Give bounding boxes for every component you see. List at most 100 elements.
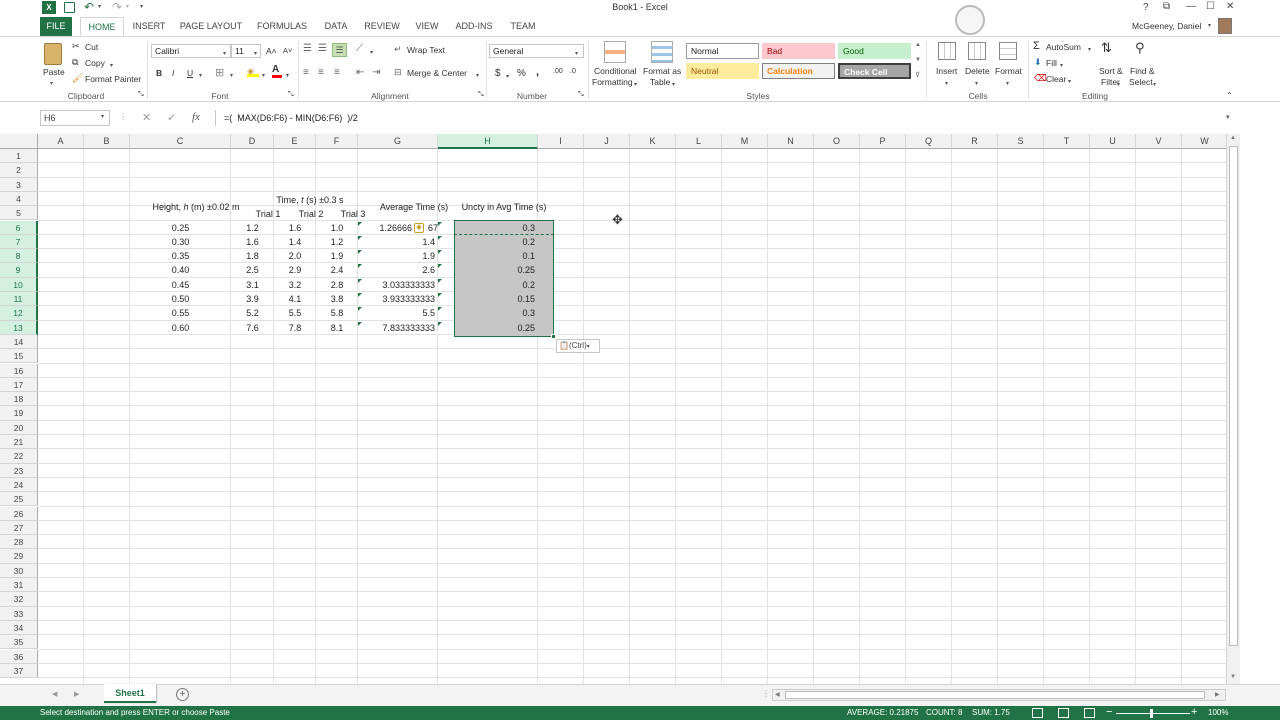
zoom-out-button[interactable]: −	[1106, 705, 1112, 719]
format-cells-button[interactable]: Format	[995, 66, 1022, 76]
sort-filter-dropdown-icon[interactable]: ▾	[1117, 78, 1120, 88]
cell-height[interactable]: 0.50	[130, 292, 231, 306]
row-header[interactable]: 11	[0, 292, 38, 307]
undo-icon[interactable]: ↶	[84, 0, 94, 14]
tab-page-layout[interactable]: PAGE LAYOUT	[176, 17, 246, 36]
cell-uncertainty[interactable]: 0.2	[438, 235, 538, 249]
scroll-left-arrow-icon[interactable]: ◀	[775, 691, 780, 698]
cell-trial-1[interactable]: 5.2	[231, 306, 274, 320]
column-header[interactable]: H	[438, 134, 538, 149]
collapse-ribbon-icon[interactable]: ⌃	[1226, 91, 1233, 100]
row-header[interactable]: 7	[0, 234, 38, 250]
autosum-dropdown-icon[interactable]: ▾	[1088, 43, 1091, 53]
error-indicator-icon[interactable]	[438, 293, 442, 297]
paste-icon[interactable]	[44, 43, 62, 65]
clear-dropdown-icon[interactable]: ▾	[1068, 75, 1071, 85]
save-icon[interactable]	[64, 2, 75, 13]
cell-trial-3[interactable]: 5.8	[316, 306, 358, 320]
font-size-dropdown-icon[interactable]: ▾	[254, 47, 257, 57]
cell-average-time[interactable]: 3.933333333	[358, 292, 438, 306]
insert-cells-button[interactable]: Insert	[936, 66, 957, 76]
number-format-box[interactable]: General	[489, 44, 584, 58]
column-header[interactable]: S	[998, 134, 1044, 149]
row-header[interactable]: 14	[0, 334, 38, 350]
name-box-dropdown-icon[interactable]: ▾	[101, 113, 104, 120]
cell-height[interactable]: 0.25	[130, 221, 231, 235]
column-header[interactable]: R	[952, 134, 998, 149]
sheet-tab-sheet1[interactable]: Sheet1	[104, 684, 156, 703]
select-all-corner[interactable]	[0, 134, 38, 149]
percent-button[interactable]: %	[517, 68, 526, 79]
normal-view-icon[interactable]	[1032, 708, 1043, 718]
tab-data[interactable]: DATA	[318, 17, 354, 36]
row-header[interactable]: 13	[0, 320, 38, 335]
style-good[interactable]: Good	[838, 43, 911, 59]
conditional-formatting-button[interactable]: Conditional	[594, 66, 637, 76]
row-header[interactable]: 28	[0, 535, 38, 550]
delete-cells-button[interactable]: Delete	[965, 66, 990, 76]
worksheet-grid[interactable]: ABCDEFGHIJKLMNOPQRSTUVW 1 2 3 4 5 6 7 8 9 10 11 12 1…	[0, 134, 1240, 684]
font-color-icon[interactable]: A	[272, 65, 282, 78]
row-header[interactable]: 35	[0, 635, 38, 650]
tab-team[interactable]: TEAM	[504, 17, 542, 36]
zoom-level[interactable]: 100%	[1208, 706, 1228, 720]
row-header[interactable]: 32	[0, 592, 38, 607]
style-calculation[interactable]: Calculation	[762, 63, 835, 79]
help-button[interactable]: ?	[1143, 2, 1149, 13]
column-header[interactable]: F	[316, 134, 358, 149]
column-header[interactable]: O	[814, 134, 860, 149]
cancel-formula-button[interactable]: ✕	[142, 111, 151, 124]
user-dropdown-icon[interactable]: ▾	[1208, 22, 1211, 29]
scroll-up-arrow-icon[interactable]: ▲	[1230, 135, 1236, 141]
column-header[interactable]: I	[538, 134, 584, 149]
cell-uncertainty[interactable]: 0.3	[438, 221, 538, 235]
column-header[interactable]: V	[1136, 134, 1182, 149]
row-header[interactable]: 23	[0, 463, 38, 478]
paste-options-button[interactable]: 📋(Ctrl)▾	[556, 339, 600, 353]
tab-insert[interactable]: INSERT	[128, 17, 170, 36]
fill-color-dropdown-icon[interactable]: ▾	[262, 69, 265, 79]
column-header[interactable]: M	[722, 134, 768, 149]
paste-dropdown-icon[interactable]: ▾	[50, 77, 53, 87]
styles-scroll-up-icon[interactable]: ▲	[915, 42, 921, 48]
cell-trial-2[interactable]: 1.4	[274, 235, 316, 249]
tab-review[interactable]: REVIEW	[362, 17, 402, 36]
autosum-button[interactable]: AutoSum	[1046, 42, 1081, 52]
row-header[interactable]: 24	[0, 477, 38, 493]
cell-height[interactable]: 0.40	[130, 263, 231, 277]
cell-uncertainty[interactable]: 0.1	[438, 249, 538, 263]
cell-height[interactable]: 0.55	[130, 306, 231, 320]
increase-decimal-button[interactable]: .00	[553, 68, 563, 75]
cell-trial-1[interactable]: 7.6	[231, 321, 274, 335]
redo-icon[interactable]: ↷	[112, 0, 122, 14]
cell-uncertainty[interactable]: 0.25	[438, 321, 538, 335]
cell-average-time[interactable]: 1.4	[358, 235, 438, 249]
paste-button[interactable]: Paste	[43, 67, 65, 77]
decrease-indent-icon[interactable]: ⇤	[356, 67, 364, 78]
column-header[interactable]: P	[860, 134, 906, 149]
zoom-in-button[interactable]: +	[1191, 705, 1197, 719]
find-select-button[interactable]: Find &	[1130, 66, 1155, 76]
bottom-align-icon[interactable]: ☰	[332, 43, 347, 57]
undo-dropdown-icon[interactable]: ▾	[98, 3, 101, 10]
row-header[interactable]: 6	[0, 220, 38, 235]
merge-center-button[interactable]: Merge & Center	[407, 68, 467, 78]
error-indicator-icon[interactable]	[438, 321, 442, 326]
page-layout-view-icon[interactable]	[1058, 708, 1069, 718]
column-header[interactable]: W	[1182, 134, 1228, 149]
italic-button[interactable]: I	[172, 68, 174, 78]
clipboard-launcher-icon[interactable]: ⤡	[138, 91, 144, 99]
cell-average-time[interactable]: 3.033333333	[358, 278, 438, 292]
cell-trial-1[interactable]: 1.6	[231, 235, 274, 249]
formula-bar-resize-icon[interactable]: ⋮	[119, 112, 127, 121]
row-header[interactable]: 3	[0, 177, 38, 192]
fill-button[interactable]: Fill	[1046, 58, 1057, 68]
column-header[interactable]: Q	[906, 134, 952, 149]
format-painter-button[interactable]: Format Painter	[85, 74, 141, 84]
shrink-font-button[interactable]: A˅	[283, 46, 292, 55]
row-header[interactable]: 27	[0, 520, 38, 536]
vertical-scroll-thumb[interactable]	[1229, 146, 1238, 646]
cell-height[interactable]: 0.30	[130, 235, 231, 249]
cell-height[interactable]: 0.45	[130, 278, 231, 292]
column-header[interactable]: G	[358, 134, 438, 149]
